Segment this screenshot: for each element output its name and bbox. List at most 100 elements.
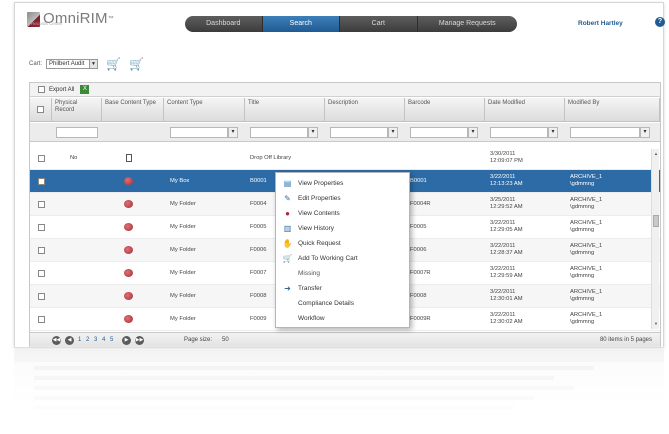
folder-icon [124,223,133,231]
cell-modified-by: ARCHIVE_1 [570,197,603,203]
grid-scrollbar[interactable]: ▲ ▼ [651,149,659,329]
excel-export-icon[interactable]: X [80,85,90,94]
column-header-content-type[interactable]: Content Type [164,98,245,122]
column-header-base-content-type[interactable]: Base Content Type [102,98,164,122]
cart-add-icon: 🛒 [282,253,293,263]
cell-modified-by-user: \gdmmng [570,273,595,279]
menu-item-transfer[interactable]: ➜ Transfer [276,281,409,296]
column-header-date-modified[interactable]: Date Modified [485,98,565,122]
scroll-up-icon[interactable]: ▲ [653,151,659,157]
cell-modified-by: ARCHIVE_1 [570,266,603,272]
next-page-button[interactable]: ▶ [122,336,131,345]
menu-item-missing[interactable]: Missing [276,266,409,281]
filter-title-button[interactable]: ▾ [308,127,318,138]
menu-item-compliance-details[interactable]: Compliance Details [276,296,409,311]
page-link-5[interactable]: 5 [110,336,113,345]
tab-search[interactable]: Search [262,16,341,32]
menu-item-workflow[interactable]: Workflow [276,311,409,326]
cell-title[interactable]: Drop Off Library [250,155,291,162]
menu-item-label: Missing [298,270,321,277]
row-checkbox[interactable] [38,316,45,323]
column-header-physical-record[interactable]: Physical Record [52,98,102,122]
row-checkbox[interactable] [38,247,45,254]
row-checkbox[interactable] [38,155,45,162]
cell-title[interactable]: F0005 [250,224,266,231]
menu-item-label: Workflow [298,315,325,322]
prev-page-button[interactable]: ◀ [65,336,74,345]
export-all-checkbox[interactable] [38,86,45,93]
menu-item-view-history[interactable]: ▥ View History [276,221,409,236]
pager-summary: 80 items in 5 pages [599,337,652,343]
cell-content-type: My Folder [170,247,196,253]
row-checkbox[interactable] [38,293,45,300]
cell-title[interactable]: B0001 [250,178,267,185]
edit-icon: ✎ [284,193,291,203]
menu-item-add-to-working-cart[interactable]: 🛒 Add To Working Cart [276,251,409,266]
filter-modified-by-button[interactable]: ▾ [640,127,650,138]
cell-title[interactable]: F0006 [250,247,266,254]
cell-title[interactable]: F0008 [250,293,266,300]
cell-title[interactable]: F0009 [250,316,266,323]
tab-cart[interactable]: Cart [340,16,418,32]
cell-title[interactable]: F0004 [250,201,266,208]
cell-date-modified: 3/22/2011 [490,174,516,180]
user-name[interactable]: Robert Hartley [578,20,623,27]
cell-barcode: F0009R [410,316,431,322]
filter-barcode-button[interactable]: ▾ [468,127,478,138]
filter-content-type[interactable] [170,127,228,138]
cart-add-icon[interactable]: 🛒 [129,58,144,70]
cart-edit-icon[interactable]: 🛒 [106,58,121,70]
cart-select[interactable]: Philbert Audit ▼ [46,59,99,69]
cell-title[interactable]: F0007 [250,270,266,277]
help-icon[interactable]: ? [655,17,665,27]
filter-modified-by[interactable] [570,127,640,138]
filter-barcode[interactable] [410,127,468,138]
row-checkbox[interactable] [38,224,45,231]
menu-item-view-contents[interactable]: ● View Contents [276,206,409,221]
column-header-modified-by[interactable]: Modified By [565,98,660,122]
cell-modified-by: ARCHIVE_1 [570,243,603,249]
pager: ◀◀ ◀ 1 2 3 4 5 ▶ ▶▶ Page size: 50 80 ite… [30,332,660,347]
cell-date-modified: 3/30/2011 [490,151,516,157]
menu-item-label: Compliance Details [298,300,354,307]
last-page-button[interactable]: ▶▶ [135,336,144,345]
filter-description[interactable] [330,127,388,138]
cell-date-modified: 3/22/2011 [490,243,516,249]
tab-manage-requests[interactable]: Manage Requests [418,16,517,32]
filter-physical-record[interactable] [56,127,98,138]
cell-date-modified: 3/25/2011 [490,197,516,203]
row-checkbox[interactable] [38,201,45,208]
filter-description-button[interactable]: ▾ [388,127,398,138]
row-checkbox[interactable] [38,178,45,185]
cell-barcode: F0007R [410,270,431,276]
filter-content-type-button[interactable]: ▾ [228,127,238,138]
menu-item-label: Transfer [298,285,322,292]
scroll-thumb[interactable] [653,215,659,227]
page-link-4[interactable]: 4 [102,336,105,345]
filter-date-modified-button[interactable]: ▾ [548,127,558,138]
cell-modified-by-user: \gdmmng [570,296,595,302]
page-link-2[interactable]: 2 [86,336,89,345]
filter-title[interactable] [250,127,308,138]
row-checkbox[interactable] [38,270,45,277]
filter-date-modified[interactable] [490,127,548,138]
page-link-3[interactable]: 3 [94,336,97,345]
menu-item-view-properties[interactable]: ▤ View Properties [276,176,409,191]
tab-dashboard[interactable]: Dashboard [185,16,263,32]
scroll-down-icon[interactable]: ▼ [653,321,659,327]
menu-item-edit-properties[interactable]: ✎ Edit Properties [276,191,409,206]
page-size-value[interactable]: 50 [222,336,229,345]
column-header-barcode[interactable]: Barcode [405,98,485,122]
cell-time-modified: 12:29:05 AM [490,227,523,233]
table-row[interactable]: No Drop Off Library 3/30/2011 12:09:07 P… [30,147,660,170]
column-header-description[interactable]: Description [325,98,405,122]
menu-item-quick-request[interactable]: ✋ Quick Request [276,236,409,251]
cell-content-type: My Folder [170,293,196,299]
export-all-label: Export All [49,86,75,93]
cell-time-modified: 12:30:01 AM [490,296,523,302]
first-page-button[interactable]: ◀◀ [52,336,61,345]
page-link-1[interactable]: 1 [78,336,81,345]
folder-icon [124,292,133,300]
select-all-checkbox[interactable] [37,106,44,113]
column-header-title[interactable]: Title [245,98,325,122]
